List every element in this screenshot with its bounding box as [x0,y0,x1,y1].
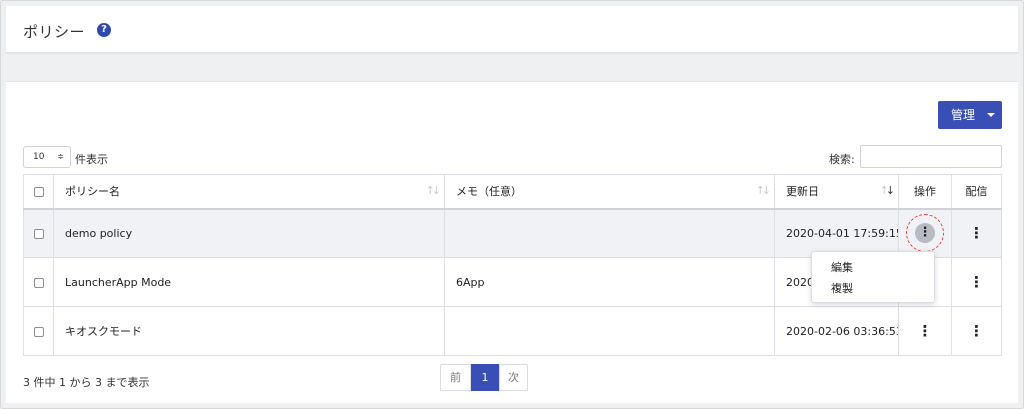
search-label: 検索: [829,153,855,166]
policy-updated-cell: 2020-02-06 03:36:53 [774,306,899,356]
column-header-label: 更新日 [786,185,819,199]
table-info: 3 件中 1 から 3 まで表示 [23,376,150,389]
column-header-label: 配信 [965,185,988,199]
menu-item-duplicate[interactable]: 複製 [812,278,934,299]
kebab-icon[interactable]: ⋮ [969,323,984,338]
column-header-operation: 操作 [898,174,952,210]
policy-memo-cell [444,306,775,356]
page-header: ポリシー ? [6,6,1018,53]
caret-down-icon [987,113,995,117]
search-input[interactable] [860,145,1002,168]
distribution-cell: ⋮ [951,257,1002,307]
column-header-updated[interactable]: 更新日 ↑↓ [774,174,899,210]
prev-page-button[interactable]: 前 [440,364,471,391]
column-header-distribution: 配信 [951,174,1002,210]
checkbox[interactable] [33,186,44,197]
column-header-label: 操作 [914,185,936,199]
manage-button-label: 管理 [951,108,976,122]
header-select-all[interactable] [23,174,54,210]
checkbox[interactable] [33,326,44,337]
table-row: キオスクモード 2020-02-06 03:36:53 ⋮ ⋮ [23,306,1002,356]
column-header-name[interactable]: ポリシー名 ↑↓ [53,174,445,210]
table-header-row: ポリシー名 ↑↓ メモ（任意） ↑↓ 更新日 ↑↓ 操作 配信 [23,174,1002,210]
app-frame: ポリシー ? 管理 10 ≑ 件表示 検索: ポリシー名 ↑↓ メモ（任意） ↑… [0,0,1024,409]
distribution-cell: ⋮ [951,208,1002,258]
highlight-ring [906,214,944,253]
manage-button[interactable]: 管理 [938,101,1002,129]
policy-name-cell: キオスクモード [53,306,445,356]
policy-name-cell: demo policy [53,208,445,258]
checkbox[interactable] [33,277,44,288]
pagination: 前 1 次 [440,364,528,391]
column-header-memo[interactable]: メモ（任意） ↑↓ [444,174,775,210]
help-icon[interactable]: ? [97,23,111,37]
operation-cell: ⋮ [898,306,952,356]
page-length-select[interactable]: 10 ≑ [23,146,71,168]
select-arrows-icon: ≑ [57,152,64,161]
page-1-button[interactable]: 1 [471,364,499,391]
sort-icon: ↑↓ [425,184,442,197]
menu-item-edit[interactable]: 編集 [812,257,934,278]
kebab-icon[interactable]: ⋮ [969,225,984,240]
kebab-icon[interactable]: ⋮ [969,274,984,289]
policy-name-cell: LauncherApp Mode [53,257,445,307]
row-select-cell[interactable] [23,306,54,356]
operation-dropdown-menu: 編集 複製 [811,251,935,303]
page-length-value: 10 [33,152,45,162]
row-select-cell[interactable] [23,257,54,307]
policy-panel: 管理 10 ≑ 件表示 検索: ポリシー名 ↑↓ メモ（任意） ↑↓ 更新日 ↑… [6,81,1018,403]
column-header-label: ポリシー名 [65,185,120,199]
row-select-cell[interactable] [23,208,54,258]
sort-desc-icon: ↑↓ [879,184,896,197]
sort-icon: ↑↓ [755,184,772,197]
policy-memo-cell [444,208,775,258]
checkbox[interactable] [33,228,44,239]
policy-memo-cell: 6App [444,257,775,307]
page-length-label: 件表示 [75,153,108,166]
column-header-label: メモ（任意） [456,185,522,199]
next-page-button[interactable]: 次 [499,364,528,391]
kebab-icon[interactable]: ⋮ [918,323,933,338]
page-title: ポリシー [23,23,86,41]
operation-menu-button[interactable]: ⋮ [906,214,944,253]
distribution-cell: ⋮ [951,306,1002,356]
